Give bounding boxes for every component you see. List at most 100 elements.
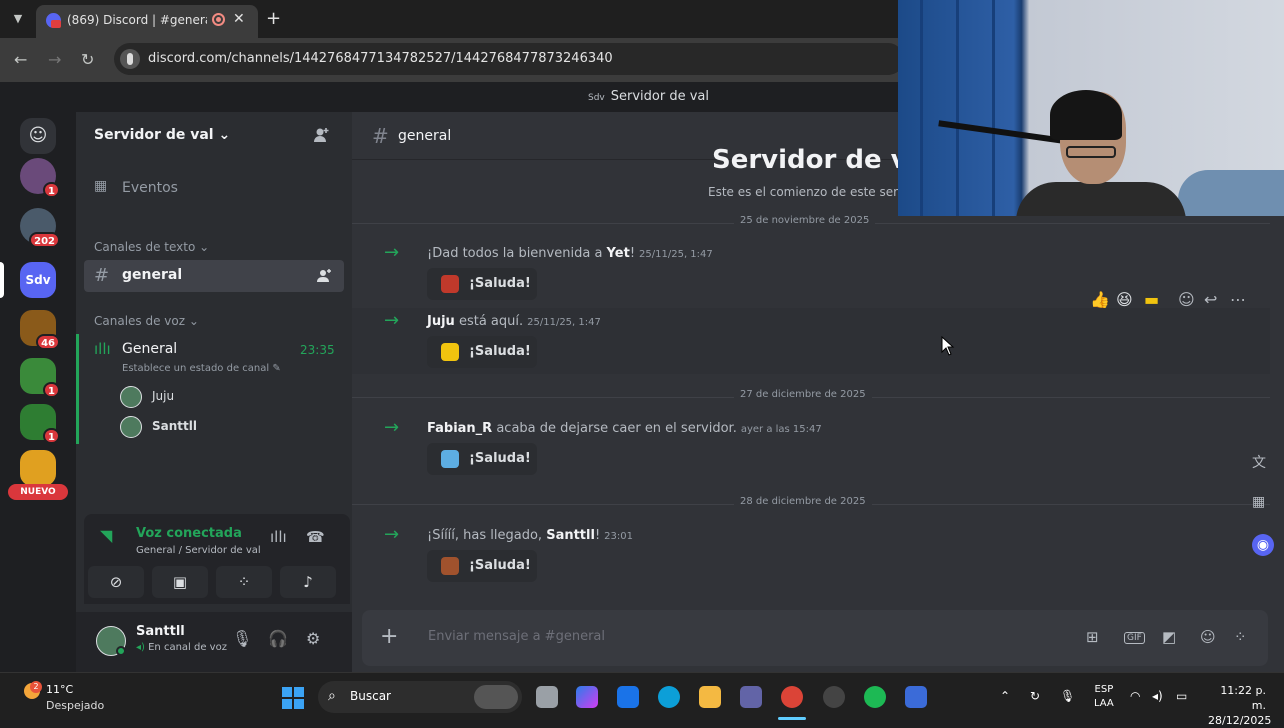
message-username[interactable]: Juju: [427, 314, 455, 329]
activities-button[interactable]: ⁘: [216, 566, 272, 598]
server-header[interactable]: Servidor de val ⌄: [76, 112, 352, 160]
add-reaction-icon[interactable]: ☺: [1178, 290, 1195, 309]
gif-icon[interactable]: GIF: [1124, 632, 1145, 644]
invite-people-icon[interactable]: [312, 126, 330, 144]
gift-icon[interactable]: ⊞: [1086, 628, 1099, 646]
wifi-icon[interactable]: ◠: [1130, 689, 1140, 703]
outlook-icon[interactable]: [617, 686, 639, 708]
close-tab-icon[interactable]: ✕: [233, 11, 245, 27]
channel-general[interactable]: # general: [84, 260, 344, 292]
site-info-icon[interactable]: [120, 49, 140, 69]
spotify-icon[interactable]: [864, 686, 886, 708]
bot-app-icon[interactable]: ◉: [1252, 534, 1274, 556]
translate-icon[interactable]: 文: [1252, 452, 1266, 472]
wave-button[interactable]: ¡Saluda!: [427, 550, 537, 582]
taskbar-search[interactable]: ⌕ Buscar: [318, 681, 522, 713]
screen-share-button[interactable]: ▣: [152, 566, 208, 598]
copilot-icon[interactable]: [576, 686, 598, 708]
new-tab-button[interactable]: +: [266, 8, 281, 29]
microphone-icon[interactable]: 🎙: [232, 629, 252, 648]
voice-member[interactable]: Santtll: [120, 416, 320, 440]
discord-home-icon[interactable]: ☺: [20, 118, 56, 154]
system-clock[interactable]: 11:22 p. m. 28/12/2025: [1208, 683, 1271, 728]
noise-suppression-icon[interactable]: ıllı: [270, 528, 287, 546]
guild-icon-sdv[interactable]: Sdv: [20, 262, 56, 298]
voice-member[interactable]: Juju: [120, 386, 320, 410]
settings-gear-icon[interactable]: ⚙: [306, 629, 320, 648]
weather-description[interactable]: Despejado: [46, 699, 104, 712]
obs-icon[interactable]: [823, 686, 845, 708]
message-username[interactable]: Santtll: [546, 528, 595, 543]
task-view-icon[interactable]: [536, 686, 558, 708]
sticker-icon[interactable]: ◩: [1162, 628, 1176, 646]
browser-tab-discord[interactable]: (869) Discord | #general | S ✕: [36, 5, 258, 38]
tab-search-chevron-icon[interactable]: ▼: [8, 9, 28, 29]
set-channel-status[interactable]: Establece un estado de canal ✎: [122, 363, 281, 374]
volume-icon[interactable]: ◂): [1152, 689, 1163, 703]
guild-icon[interactable]: 1: [20, 358, 60, 398]
weather-alert-badge: 2: [30, 681, 42, 693]
chrome-icon[interactable]: [781, 686, 803, 708]
forward-icon[interactable]: →: [48, 50, 61, 69]
show-hidden-icons-chevron-icon[interactable]: ⌃: [1000, 689, 1010, 703]
teams-icon[interactable]: [740, 686, 762, 708]
voice-channel-path[interactable]: General / Servidor de val: [136, 545, 261, 556]
url-text[interactable]: discord.com/channels/1442768477134782527…: [148, 51, 613, 66]
apps-icon[interactable]: ⁘: [1234, 628, 1247, 646]
laughing-reaction-icon[interactable]: 😆: [1116, 290, 1133, 309]
battery-icon[interactable]: ▭: [1176, 689, 1187, 703]
input-language[interactable]: ESP LAA: [1094, 683, 1114, 711]
new-badge: NUEVO: [8, 484, 68, 500]
more-options-icon[interactable]: ⋯: [1230, 290, 1246, 309]
address-bar[interactable]: discord.com/channels/1442768477134782527…: [114, 43, 904, 75]
user-name[interactable]: Santtll: [136, 624, 185, 639]
back-icon[interactable]: ←: [14, 50, 27, 69]
message-username[interactable]: Fabian_R: [427, 421, 492, 436]
edge-icon[interactable]: [658, 686, 680, 708]
voice-channel-general[interactable]: ıllı General 23:35: [84, 334, 344, 366]
emoji-icon[interactable]: ☺: [1200, 628, 1216, 646]
message-timestamp: 25/11/25, 1:47: [527, 317, 601, 328]
windows-start-icon[interactable]: [282, 687, 304, 709]
wave-button[interactable]: ¡Saluda!: [427, 268, 537, 300]
reply-icon[interactable]: ↩: [1204, 290, 1217, 309]
voice-status[interactable]: Voz conectada: [136, 526, 242, 541]
attach-plus-icon[interactable]: +: [380, 624, 398, 649]
message-username[interactable]: Yet: [607, 246, 630, 261]
reload-icon[interactable]: ↻: [81, 50, 94, 69]
curtain-fold: [920, 0, 923, 216]
guild-icon[interactable]: 202: [20, 208, 60, 248]
voice-member-name: Juju: [152, 389, 175, 403]
guild-icon[interactable]: [20, 450, 56, 486]
date-divider-label: 28 de diciembre de 2025: [734, 496, 872, 507]
thumbs-up-reaction-icon[interactable]: 👍: [1090, 290, 1110, 309]
channel-name: general: [122, 267, 183, 283]
wave-button[interactable]: ¡Saluda!: [427, 443, 537, 475]
camera-off-button[interactable]: ⊘: [88, 566, 144, 598]
events-label[interactable]: Eventos: [122, 180, 178, 196]
avatar: [120, 386, 142, 408]
microphone-tray-icon[interactable]: 🎙: [1060, 689, 1075, 703]
wave-button[interactable]: ¡Saluda!: [427, 336, 537, 368]
create-invite-icon[interactable]: [316, 268, 332, 284]
user-status: ◂) En canal de voz: [136, 642, 227, 653]
connection-signal-icon[interactable]: ◥: [100, 526, 112, 545]
guild-icon[interactable]: 1: [20, 404, 60, 444]
apps-grid-icon[interactable]: ▦: [1252, 494, 1265, 510]
roblox-studio-icon[interactable]: [905, 686, 927, 708]
file-explorer-icon[interactable]: [699, 686, 721, 708]
sync-icon[interactable]: ↻: [1030, 689, 1040, 703]
guild-icon[interactable]: 1: [20, 158, 60, 198]
text-channels-category[interactable]: Canales de texto ⌄: [94, 240, 209, 254]
guild-icon[interactable]: 46: [20, 310, 60, 350]
message-composer[interactable]: + Enviar mensaje a #general ⊞ GIF ◩ ☺ ⁘: [362, 610, 1268, 666]
flag-reaction-icon[interactable]: ▬: [1144, 290, 1159, 309]
voice-channels-category[interactable]: Canales de voz ⌄: [94, 314, 199, 328]
headphones-icon[interactable]: 🎧: [268, 629, 288, 648]
server-name[interactable]: Servidor de val ⌄: [94, 127, 230, 143]
person-cap: [1050, 90, 1122, 140]
weather-temperature[interactable]: 11°C: [46, 683, 73, 696]
soundboard-button[interactable]: ♪: [280, 566, 336, 598]
message-input[interactable]: Enviar mensaje a #general: [428, 629, 605, 644]
disconnect-icon[interactable]: ☎: [306, 528, 325, 546]
